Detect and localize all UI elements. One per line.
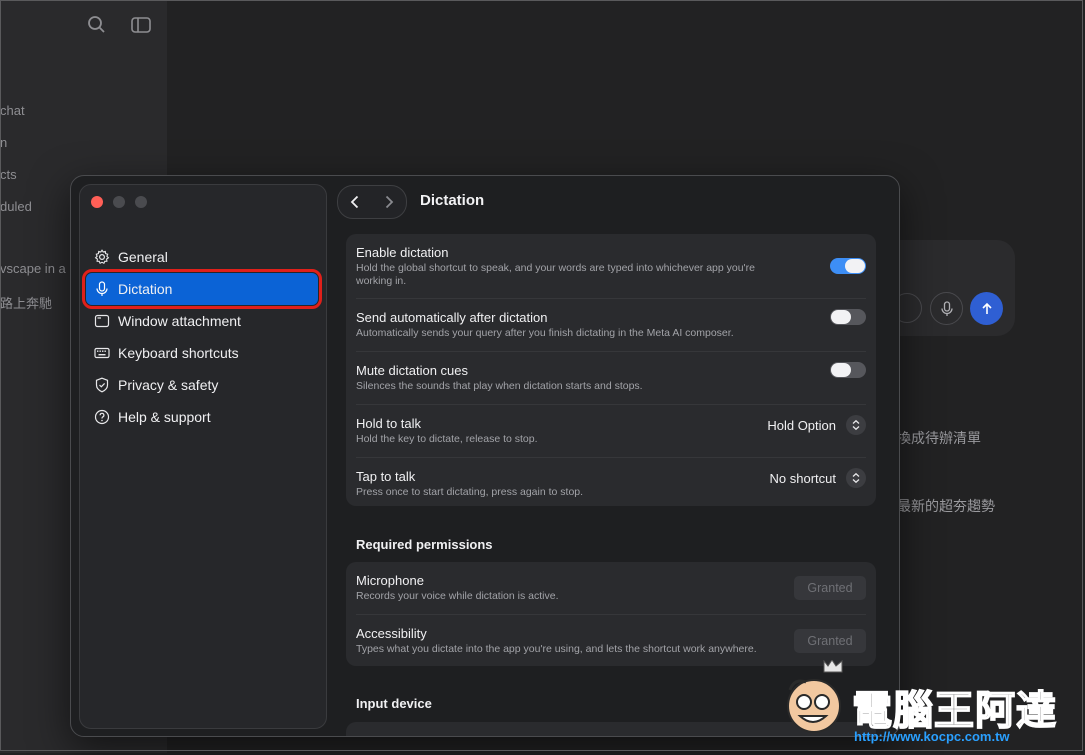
setting-title: Send automatically after dictation [356,310,548,325]
keyboard-icon [94,347,110,359]
background-sidebar-item[interactable]: n [0,135,7,150]
select-value: No shortcut [769,470,836,486]
mascot-logo [787,659,843,733]
sidebar-item-dictation[interactable]: Dictation [82,269,322,309]
setting-description: Automatically sends your query after you… [356,327,734,339]
permission-title: Microphone [356,573,424,588]
background-sidebar-item[interactable]: cts [0,167,17,182]
background-sidebar-item[interactable]: vscape in a [0,261,66,276]
arrow-up-icon [981,302,992,314]
background-toolbar [86,14,152,36]
background-sidebar-item[interactable]: chat [0,103,25,118]
background-sidebar-item[interactable]: 路上奔馳 [0,293,52,312]
settings-window: General Dictation Window attachment Keyb… [70,175,900,737]
sidebar-toggle-icon[interactable] [130,14,152,36]
search-icon[interactable] [86,14,108,36]
setting-row-hold-to-talk: Hold to talk Hold the key to dictate, re… [356,405,866,458]
setting-row-send-automatically: Send automatically after dictation Autom… [356,299,866,352]
sidebar-item-privacy-safety[interactable]: Privacy & safety [86,369,318,401]
setting-description: Hold the key to dictate, release to stop… [356,433,538,445]
zoom-button[interactable] [135,196,147,208]
sidebar-item-help-support[interactable]: Help & support [86,401,318,433]
settings-nav: General Dictation Window attachment Keyb… [82,241,322,433]
sidebar-item-label: General [118,249,168,265]
background-suggestion[interactable]: 最新的超夯趨勢 [897,496,995,516]
setting-description: Press once to start dictating, press aga… [356,486,584,498]
enable-dictation-toggle[interactable] [830,258,866,274]
granted-button[interactable]: Granted [794,576,866,600]
section-title-input-device: Input device [356,696,432,711]
window-icon [94,314,110,328]
permissions-card: Microphone Records your voice while dict… [346,562,876,666]
permission-description: Records your voice while dictation is ac… [356,590,559,602]
up-down-chevron-icon [846,468,866,488]
setting-title: Tap to talk [356,469,416,484]
dictation-settings-card: Enable dictation Hold the global shortcu… [346,234,876,506]
gear-icon [94,249,110,265]
minimize-button[interactable] [113,196,125,208]
sidebar-item-label: Dictation [118,281,173,297]
background-mic-button[interactable] [930,292,963,325]
shield-icon [95,377,109,393]
watermark-text: 電腦王阿達 [851,687,1057,735]
sidebar-item-label: Help & support [118,409,211,425]
setting-description: Silences the sounds that play when dicta… [356,380,643,392]
history-navigation [337,185,407,219]
setting-title: Mute dictation cues [356,363,469,378]
chevron-left-icon [350,195,359,209]
microphone-icon [96,281,108,296]
hold-to-talk-select[interactable]: Hold Option [767,415,866,435]
sidebar-item-label: Privacy & safety [118,377,219,393]
background-send-button[interactable] [970,292,1003,325]
sidebar-item-keyboard-shortcuts[interactable]: Keyboard shortcuts [86,337,318,369]
background-suggestion[interactable]: 換成待辦清單 [897,428,981,448]
setting-row-tap-to-talk: Tap to talk Press once to start dictatin… [356,458,866,510]
granted-button[interactable]: Granted [794,629,866,653]
sidebar-item-label: Window attachment [118,313,241,329]
section-title-permissions: Required permissions [356,537,493,552]
permission-title: Accessibility [356,626,427,641]
setting-title: Enable dictation [356,245,449,260]
background-sidebar-item[interactable]: duled [0,199,32,214]
up-down-chevron-icon [846,415,866,435]
tap-to-talk-select[interactable]: No shortcut [770,468,866,488]
select-value: Hold Option [767,417,836,433]
setting-row-enable-dictation: Enable dictation Hold the global shortcu… [356,234,866,299]
forward-button[interactable] [379,192,399,212]
sidebar-item-general[interactable]: General [86,241,318,273]
close-button[interactable] [91,196,103,208]
sidebar-item-label: Keyboard shortcuts [118,345,239,361]
setting-description: Hold the global shortcut to speak, and y… [356,262,755,287]
window-controls [91,196,147,208]
permission-description: Types what you dictate into the app you'… [356,643,757,655]
send-automatically-toggle[interactable] [830,309,866,325]
microphone-icon [940,300,953,316]
setting-title: Hold to talk [356,416,422,431]
back-button[interactable] [345,192,365,212]
settings-content: Dictation Enable dictation Hold the glob… [335,176,899,736]
sidebar-item-window-attachment[interactable]: Window attachment [86,305,318,337]
page-title: Dictation [420,192,485,209]
chevron-right-icon [385,195,394,209]
settings-sidebar: General Dictation Window attachment Keyb… [79,184,327,729]
mute-cues-toggle[interactable] [830,362,866,378]
permission-row-microphone: Microphone Records your voice while dict… [356,562,866,615]
watermark-url: http://www.kocpc.com.tw [854,729,1010,744]
setting-row-mute-cues: Mute dictation cues Silences the sounds … [356,352,866,405]
help-icon [94,409,110,425]
